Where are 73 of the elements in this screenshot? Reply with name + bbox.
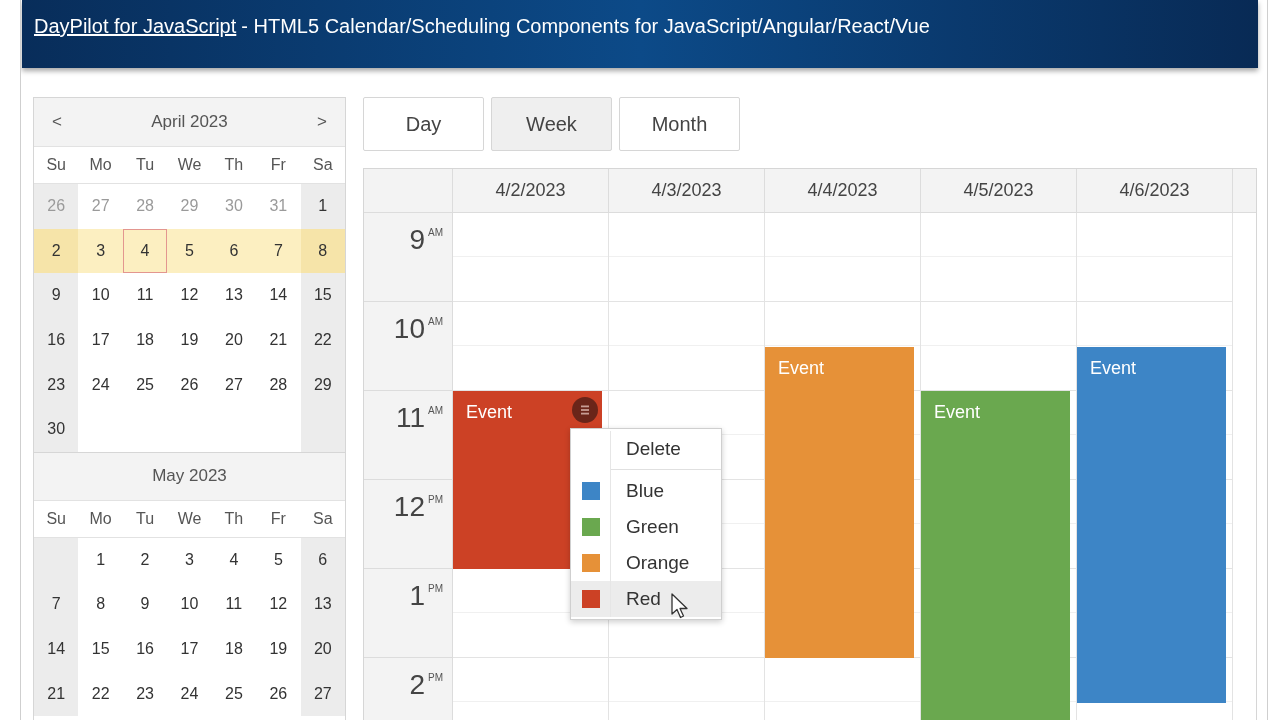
- calendar-event[interactable]: Event: [1077, 346, 1226, 703]
- column-header: 4/5/2023: [921, 169, 1077, 212]
- view-tab[interactable]: Month: [619, 97, 740, 151]
- month-title: April 2023: [150, 111, 229, 134]
- event-title: Event: [934, 401, 981, 424]
- menu-item[interactable]: Orange: [571, 545, 721, 581]
- menu-item[interactable]: Green: [571, 509, 721, 545]
- ampm-label: AM: [428, 406, 443, 416]
- weekday-label: Sa: [312, 508, 334, 529]
- calendar-day[interactable]: 9: [34, 273, 79, 318]
- column-header: 4/6/2023: [1077, 169, 1233, 212]
- view-tab[interactable]: Week: [491, 97, 612, 151]
- calendar-day[interactable]: 7: [34, 582, 79, 627]
- next-month-button[interactable]: >: [299, 98, 345, 146]
- weekday-label: Sa: [312, 155, 334, 175]
- calendar-day[interactable]: 7: [256, 228, 301, 274]
- ampm-label: AM: [428, 317, 443, 327]
- header-tagline: - HTML5 Calendar/Scheduling Components for JavaScript/Angular/React/Vue: [241, 14, 930, 39]
- calendar-day[interactable]: 4: [122, 228, 168, 274]
- weekday-label: Tu: [135, 508, 156, 529]
- hour-label: 9: [409, 226, 425, 254]
- event-title: Event: [778, 356, 825, 380]
- menu-item[interactable]: Blue: [571, 473, 721, 509]
- calendar-day[interactable]: 1: [300, 184, 345, 229]
- calendar-day[interactable]: 14: [34, 626, 79, 672]
- weekday-label: Fr: [269, 508, 287, 529]
- weekday-label: Tu: [135, 155, 156, 175]
- event-title: Event: [466, 401, 513, 424]
- calendar-day[interactable]: 15: [300, 273, 345, 318]
- calendar-day[interactable]: 13: [300, 582, 345, 627]
- hour-label: 10: [393, 315, 425, 343]
- hour-label: 12: [393, 493, 425, 521]
- ampm-label: AM: [428, 228, 443, 238]
- weekday-label: Th: [223, 508, 245, 529]
- calendar-day[interactable]: 29: [300, 362, 345, 407]
- ampm-label: PM: [428, 584, 443, 594]
- column-header: 4/4/2023: [765, 169, 921, 212]
- hour-label: 1: [409, 582, 425, 610]
- ampm-label: PM: [428, 495, 443, 505]
- calendar-day[interactable]: 8: [300, 228, 345, 274]
- weekday-label: Su: [45, 508, 67, 529]
- column-header: 4/2/2023: [453, 169, 609, 212]
- weekday-label: Th: [223, 155, 245, 175]
- calendar-day[interactable]: 23: [34, 362, 79, 407]
- hour-label: 2: [409, 671, 425, 699]
- calendar-day[interactable]: 5: [167, 228, 212, 274]
- view-tab[interactable]: Day: [363, 97, 484, 151]
- menu-item[interactable]: Delete: [571, 431, 721, 467]
- month-title: May 2023: [151, 465, 228, 488]
- calendar-day[interactable]: 3: [78, 228, 123, 274]
- ampm-label: PM: [428, 673, 443, 683]
- calendar-day[interactable]: 2: [34, 228, 79, 274]
- prev-month-button[interactable]: <: [34, 98, 80, 146]
- calendar-day[interactable]: 22: [300, 317, 345, 363]
- event-title: Event: [1090, 356, 1137, 380]
- weekday-label: Mo: [88, 155, 113, 175]
- calendar-day[interactable]: 20: [300, 626, 345, 672]
- weekday-label: We: [176, 155, 203, 175]
- weekday-label: Mo: [88, 508, 113, 529]
- calendar-day[interactable]: 16: [34, 317, 79, 363]
- weekday-label: Su: [45, 155, 67, 175]
- menu-icon[interactable]: [572, 397, 598, 423]
- calendar-day[interactable]: 6: [211, 228, 257, 274]
- weekday-label: Fr: [269, 155, 287, 175]
- calendar-day[interactable]: 30: [34, 406, 79, 452]
- header-link[interactable]: DayPilot for JavaScript: [34, 11, 237, 68]
- calendar-day[interactable]: 21: [34, 671, 79, 716]
- menu-item[interactable]: Red: [571, 581, 721, 617]
- calendar-day[interactable]: 27: [300, 671, 345, 716]
- hour-label: 11: [395, 404, 425, 432]
- column-header: 4/3/2023: [609, 169, 765, 212]
- calendar-day[interactable]: 6: [300, 537, 345, 583]
- weekday-label: We: [176, 508, 203, 529]
